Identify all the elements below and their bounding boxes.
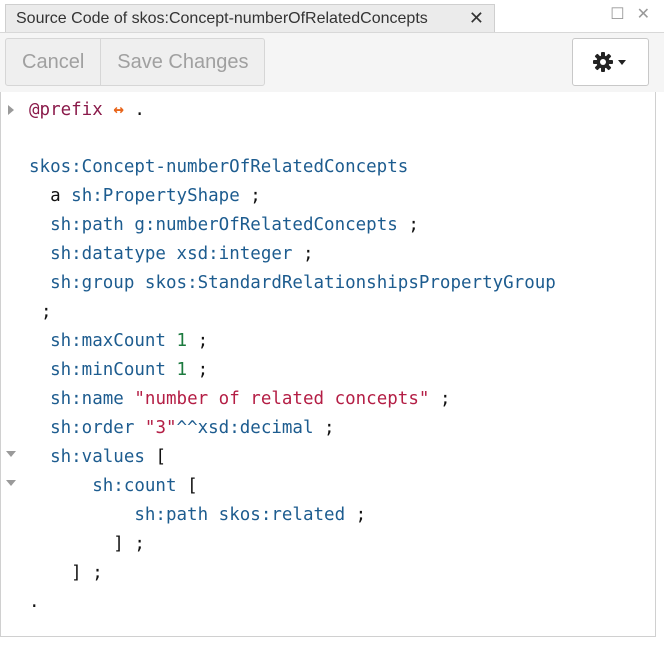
code-line: sh:path skos:related ; [134, 505, 367, 525]
action-button-group: Cancel Save Changes [5, 38, 266, 86]
code-line: ] ; [71, 563, 103, 583]
window-close-icon[interactable]: ✕ [637, 4, 650, 24]
tab-source-code[interactable]: Source Code of skos:Concept-numberOfRela… [5, 4, 495, 32]
gear-icon [592, 52, 626, 72]
chevron-down-icon [617, 60, 626, 65]
code-line: sh:order "3"^^xsd:decimal ; [50, 418, 335, 438]
code-line: sh:group skos:StandardRelationshipsPrope… [50, 273, 556, 293]
code-line: a sh:PropertyShape ; [50, 186, 261, 206]
code-line: . [29, 592, 40, 612]
toolbar: Cancel Save Changes [0, 32, 664, 92]
window-controls: ☐ ✕ [610, 4, 650, 24]
code-line: ; [41, 302, 52, 322]
code-line: sh:values [ [50, 447, 166, 467]
settings-dropdown-button[interactable] [572, 38, 649, 86]
cancel-button[interactable]: Cancel [6, 39, 100, 85]
code-content: @prefix ↔ . skos:Concept-numberOfRelated… [1, 92, 655, 636]
tab-bar: Source Code of skos:Concept-numberOfRela… [0, 0, 664, 36]
code-line: sh:count [ [92, 476, 198, 496]
code-editor[interactable]: @prefix ↔ . skos:Concept-numberOfRelated… [0, 92, 656, 637]
code-line: sh:name "number of related concepts" ; [50, 389, 451, 409]
save-changes-button[interactable]: Save Changes [100, 39, 264, 85]
code-line: ] ; [113, 534, 145, 554]
prefix-arrow-icon: ↔ [113, 100, 124, 120]
maximize-icon[interactable]: ☐ [610, 4, 624, 24]
code-line: sh:maxCount 1 ; [50, 331, 209, 351]
code-line: @prefix ↔ . [29, 100, 145, 120]
tab-title: Source Code of skos:Concept-numberOfRela… [16, 9, 428, 27]
code-line: sh:path g:numberOfRelatedConcepts ; [50, 215, 419, 235]
code-line: sh:datatype xsd:integer ; [50, 244, 314, 264]
code-line: sh:minCount 1 ; [50, 360, 209, 380]
tab-close-icon[interactable]: ✕ [469, 8, 484, 29]
code-line: skos:Concept-numberOfRelatedConcepts [29, 157, 409, 177]
